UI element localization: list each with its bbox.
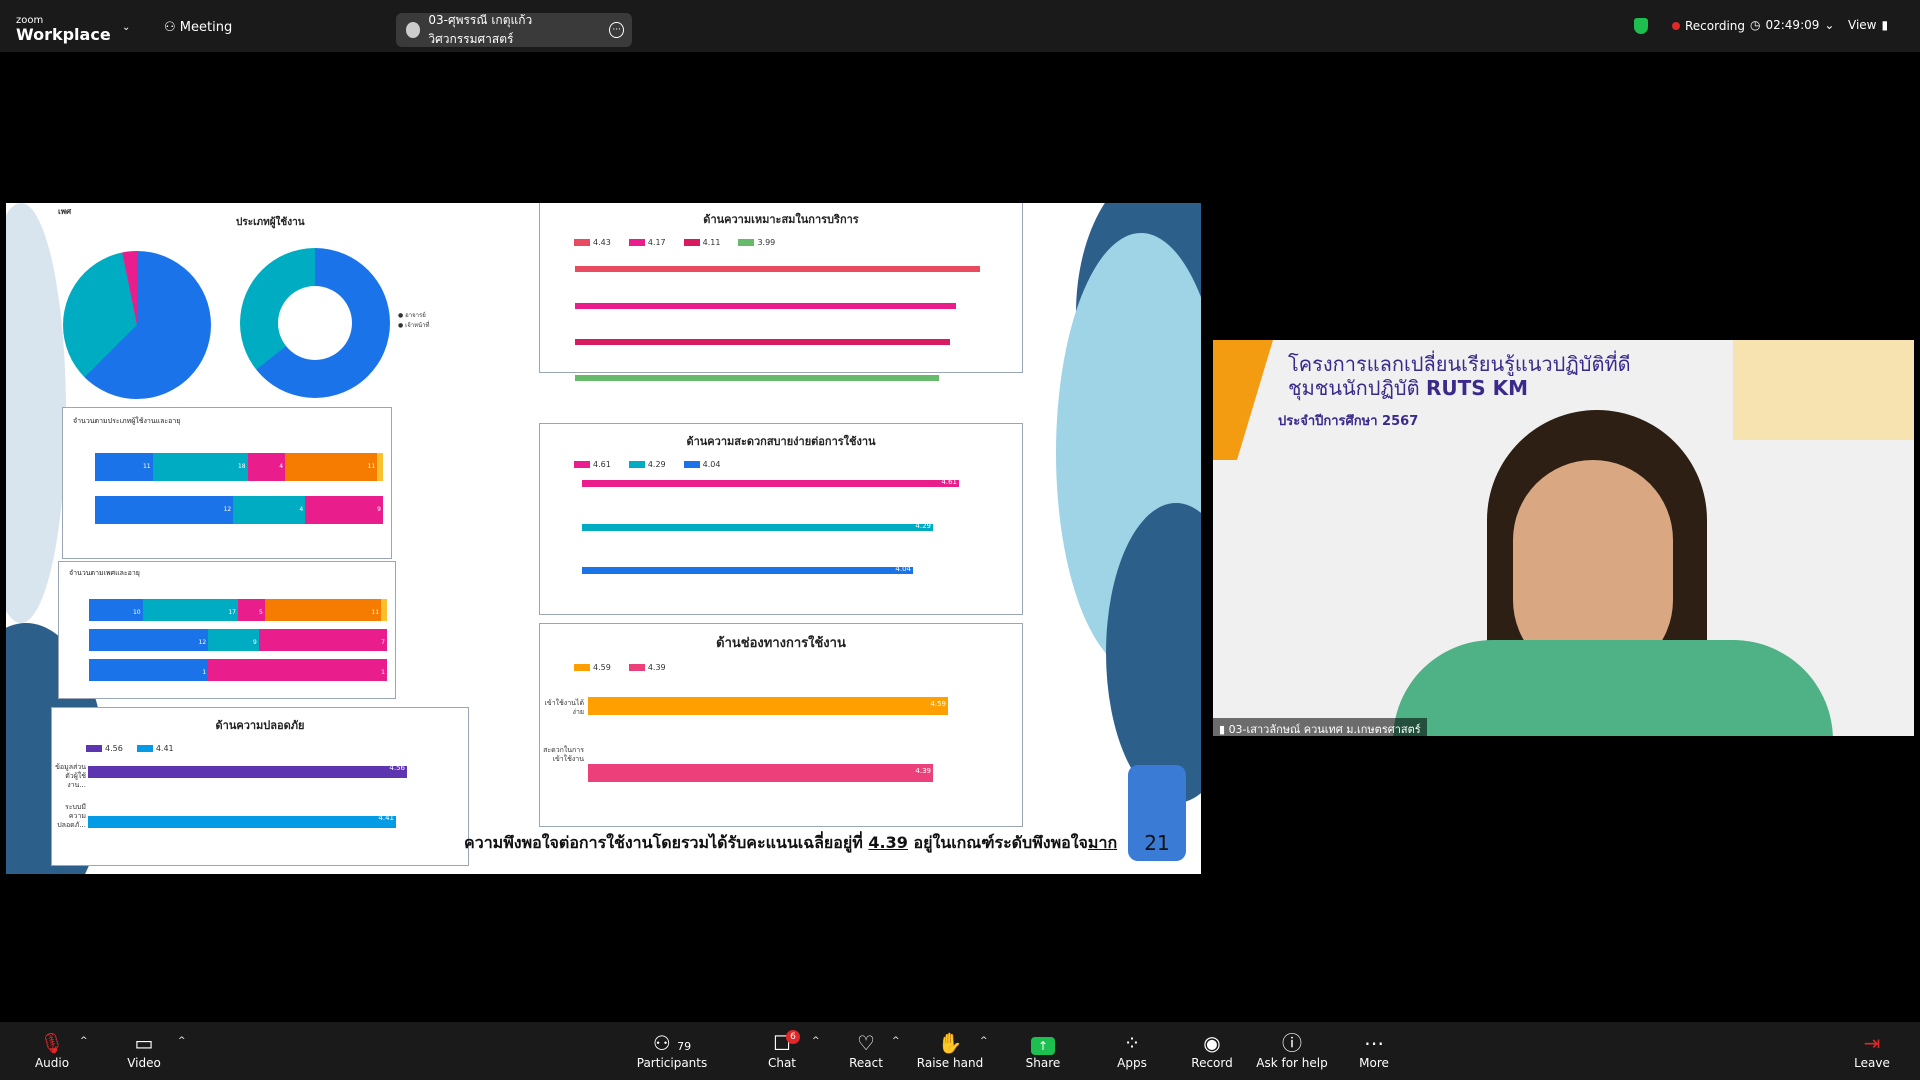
- help-icon: ⓘ: [1282, 1031, 1302, 1055]
- banner-line2: ชุมชนนักปฏิบัติ: [1288, 376, 1420, 400]
- channel-label-1: เข้าใช้งานได้ง่าย: [544, 699, 584, 716]
- video-name-tag: ▮ 03-เสาวลักษณ์ ควนเทศ ม.เกษตรศาสตร์: [1213, 718, 1427, 736]
- audio-options-caret[interactable]: ^: [80, 1036, 88, 1046]
- video-button[interactable]: ▭ Video: [104, 1030, 184, 1070]
- video-name: 03-เสาวลักษณ์ ควนเทศ ม.เกษตรศาสตร์: [1228, 723, 1421, 736]
- avatar: [406, 22, 421, 38]
- safety-label-2: ระบบมีความปลอดภั...: [57, 803, 86, 829]
- legend-b: เจ้าหน้าที่: [405, 322, 430, 329]
- chart-channel: ด้านช่องทางการใช้งาน 4.59 4.39 เข้าใช้งาน…: [539, 623, 1023, 827]
- ease-bar-3: 4.04: [582, 565, 913, 574]
- safety-bar-1: 4.56: [88, 764, 407, 778]
- channel-bar-2: 4.39: [588, 764, 933, 782]
- shield-icon: [1634, 18, 1648, 34]
- chat-button[interactable]: ☐ Chat: [742, 1030, 822, 1070]
- camera-icon: ▭: [134, 1031, 154, 1055]
- meeting-label: Meeting: [179, 20, 233, 35]
- speaker-video[interactable]: โครงการแลกเปลี่ยนเรียนรู้แนวปฏิบัติที่ดี…: [1213, 340, 1914, 736]
- chart-ease: ด้านความสะดวกสบายง่ายต่อการใช้งาน 4.61 4.…: [539, 423, 1023, 615]
- brand: Workplace: [16, 25, 111, 44]
- chart-service-title: ด้านความเหมาะสมในการบริการ: [703, 213, 859, 226]
- pie-chart-sex: [63, 251, 211, 399]
- stack-chart-2: จำนวนตามเพศและอายุ 10 17 5 11 12 9 7 11: [58, 561, 396, 699]
- chart-safety-title: ด้านความปลอดภัย: [215, 719, 305, 732]
- app-logo: zoom Workplace: [16, 14, 111, 44]
- recording-label: Recording: [1685, 19, 1746, 33]
- safety-bar-2: 4.41: [88, 814, 396, 828]
- share-button[interactable]: ↑ Share: [1003, 1030, 1083, 1070]
- service-bar-4: [575, 375, 939, 381]
- stack2-row-2: 12 9 7: [89, 629, 387, 651]
- record-dot-icon: [1672, 22, 1680, 30]
- ask-help-button[interactable]: ⓘ Ask for help: [1252, 1030, 1332, 1070]
- stack-chart-1: จำนวนตามประเภทผู้ใช้งานและอายุ 11 18 4 11 1…: [62, 407, 392, 559]
- meeting-menu[interactable]: ⚇ Meeting: [164, 20, 232, 35]
- more-button[interactable]: ⋯ More: [1334, 1030, 1414, 1070]
- apps-icon: ⁘: [1123, 1031, 1141, 1055]
- donut-chart-user-type: [240, 248, 390, 398]
- chevron-down-icon[interactable]: ⌄: [122, 22, 130, 33]
- pie-title: ประเภทผู้ใช้งาน: [236, 217, 305, 228]
- stack2-row-1: 10 17 5 11: [89, 599, 387, 621]
- channel-bar-1: 4.59: [588, 697, 948, 715]
- raise-caret[interactable]: ^: [980, 1036, 988, 1046]
- participants-icon: ⚇ 79: [652, 1031, 692, 1055]
- service-bar-1: [575, 266, 980, 272]
- view-button[interactable]: View ▮: [1848, 18, 1888, 32]
- video-options-caret[interactable]: ^: [178, 1036, 186, 1046]
- chart-channel-title: ด้านช่องทางการใช้งาน: [716, 636, 846, 651]
- shared-slide: เพศ ประเภทผู้ใช้งาน ● อาจารย์ ● เจ้าหน้าท…: [6, 203, 1201, 874]
- record-button[interactable]: ◉ Record: [1172, 1030, 1252, 1070]
- view-label: View: [1848, 18, 1877, 32]
- page-number-badge: 21: [1128, 765, 1186, 861]
- chat-caret[interactable]: ^: [812, 1036, 820, 1046]
- decor-shape: [1733, 340, 1914, 440]
- decor-blob: [6, 203, 66, 623]
- service-bar-3: [575, 339, 950, 345]
- bottom-toolbar: 🎙 Audio ^ ▭ Video ^ ⚇ 79 Participants ☐ Chat…: [0, 1022, 1920, 1080]
- safety-label-1: ข้อมูลส่วนตัวผู้ใช้งาน...: [55, 763, 86, 789]
- timer-value: 02:49:09: [1765, 18, 1820, 32]
- hand-icon: ✋: [937, 1031, 963, 1055]
- record-icon: ◉: [1203, 1031, 1221, 1055]
- more-icon: ⋯: [1364, 1031, 1384, 1055]
- stack1-row-2: 12 4 9: [95, 496, 383, 524]
- chart-safety: ด้านความปลอดภัย 4.56 4.41 ข้อมูลส่วนตัวผู…: [51, 707, 469, 866]
- chat-icon: ☐: [773, 1031, 791, 1055]
- share-name: 03-ศุพรรณี เกตุแก้ว วิศวกรรมศาสตร์: [428, 13, 533, 46]
- leave-icon: ⇥: [1863, 1031, 1881, 1055]
- service-bar-2: [575, 303, 956, 309]
- leave-button[interactable]: ⇥ Leave: [1832, 1030, 1912, 1070]
- raise-hand-button[interactable]: ✋ Raise hand: [910, 1030, 990, 1070]
- react-caret[interactable]: ^: [892, 1036, 900, 1046]
- share-indicator[interactable]: 03-ศุพรรณี เกตุแก้ว วิศวกรรมศาสตร์ ···: [396, 13, 632, 47]
- apps-button[interactable]: ⁘ Apps: [1092, 1030, 1172, 1070]
- stack2-title: จำนวนตามเพศและอายุ: [69, 569, 140, 577]
- recording-status[interactable]: Recording: [1634, 18, 1745, 34]
- speaker-shirt: [1393, 640, 1833, 736]
- pie-sex-title: เพศ: [58, 207, 72, 216]
- chart-service: ด้านความเหมาะสมในการบริการ 4.43 4.17 4.11 3…: [539, 203, 1023, 381]
- ease-bar-1: 4.61: [582, 478, 959, 487]
- more-icon[interactable]: ···: [609, 22, 624, 38]
- top-bar: zoom Workplace ⌄ ⚇ Meeting 03-ศุพรรณี เกต…: [0, 0, 1920, 52]
- banner-line3: ประจำปีการศึกษา 2567: [1278, 414, 1419, 429]
- banner-logo: RUTS KM: [1425, 376, 1529, 400]
- stack1-row-1: 11 18 4 11: [95, 453, 383, 481]
- pie-legend: ● อาจารย์ ● เจ้าหน้าที่: [398, 312, 430, 329]
- channel-label-2: สะดวกในการเข้าใช้งาน: [543, 746, 584, 763]
- ease-bar-2: 4.29: [582, 522, 933, 531]
- share-icon: ↑: [1003, 1030, 1083, 1056]
- timer[interactable]: ◷ 02:49:09 ⌄: [1750, 18, 1834, 32]
- summary-text: ความพึงพอใจต่อการใช้งานโดยรวมได้รับคะแนน…: [464, 833, 1118, 852]
- participants-button[interactable]: ⚇ 79 Participants: [632, 1030, 712, 1070]
- stack2-row-3: 11: [89, 659, 387, 681]
- legend-a: อาจารย์: [405, 312, 426, 319]
- chat-badge: 6: [786, 1030, 800, 1044]
- chart-ease-title: ด้านความสะดวกสบายง่ายต่อการใช้งาน: [686, 435, 876, 448]
- stack1-title: จำนวนตามประเภทผู้ใช้งานและอายุ: [73, 417, 181, 425]
